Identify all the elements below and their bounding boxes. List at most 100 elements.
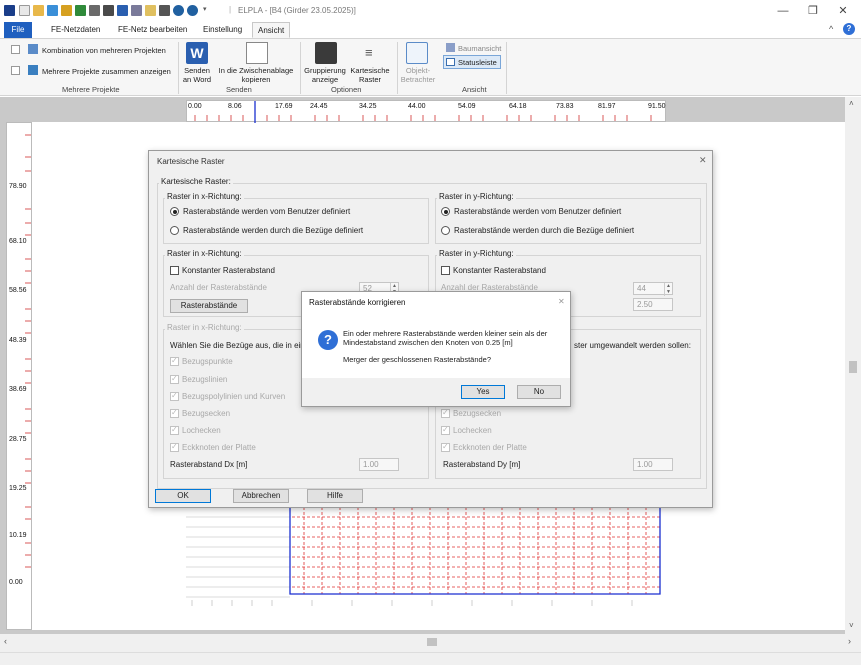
x-eckknoten-checkbox[interactable] [170,442,179,452]
vertical-scrollbar[interactable]: ˄ ˅ [845,97,861,634]
objekt-line1: Objekt- [405,66,431,75]
tab-fe-netzdaten[interactable]: FE-Netzdaten [46,22,105,38]
y-bezugsecken-checkbox[interactable] [441,408,450,418]
y-anzahl-spinner-icon[interactable]: ▲ ▼ [664,283,672,296]
dialog-close-button[interactable]: ✕ [699,155,707,166]
y-anzahl-field[interactable]: 44 ▲ ▼ [633,282,673,296]
kombination-label[interactable]: Kombination von mehreren Projekten [42,46,166,55]
dy-label: Rasterabstand Dy [m] [443,460,521,469]
clipboard-button[interactable]: In die Zwischenablage kopieren [214,66,298,84]
x-konstant-label[interactable]: Konstanter Rasterabstand [182,266,275,275]
save-icon[interactable] [117,5,128,16]
x-lochecken-checkbox[interactable] [170,425,179,435]
kombination-checkbox[interactable] [11,45,20,54]
x-bezugspunkte-checkbox[interactable] [170,356,179,366]
ribbon-separator [300,42,301,94]
open-folder-icon[interactable] [33,5,44,16]
minimize-button[interactable]: — [773,3,793,19]
ok-button[interactable]: OK [155,489,211,503]
print-icon[interactable] [159,5,170,16]
x-bezugsecken-checkbox[interactable] [170,408,179,418]
kartesische-raster-button[interactable]: Kartesische Raster [347,66,393,84]
y-konstant-checkbox[interactable] [441,266,450,275]
vertical-scroll-thumb[interactable] [849,361,857,373]
y-radio-user[interactable] [441,207,450,216]
y-eckknoten-checkbox[interactable] [441,442,450,452]
x-direction-title: Raster in x-Richtung: [165,192,244,201]
objekt-betrachter-button[interactable]: Objekt- Betrachter [398,66,438,84]
x-bezug-title: Raster in x-Richtung: [165,323,244,332]
abbrechen-button[interactable]: Abbrechen [233,489,289,503]
open-project-icon[interactable] [47,5,58,16]
y-raster-title: Raster in y-Richtung: [437,249,516,258]
y-ruler-label: 38.69 [9,386,27,393]
dy-field[interactable]: 1.00 [633,458,673,471]
x-radio-user-label[interactable]: Rasterabstände werden vom Benutzer defin… [183,207,350,216]
y-radio-bezug[interactable] [441,226,450,235]
baumansicht-button[interactable]: Baumansicht [458,44,501,53]
y-radio-user-label[interactable]: Rasterabstände werden vom Benutzer defin… [454,207,621,216]
calculate-icon[interactable] [75,5,86,16]
quick-access-dropdown-icon[interactable]: ▾ [203,5,207,13]
gruppierung-button[interactable]: Gruppierung anzeige [303,66,347,84]
scroll-right-icon[interactable]: › [848,636,851,646]
object-viewer-icon [406,42,428,64]
confirm-close-button[interactable]: ✕ [558,297,565,306]
tab-file[interactable]: File [4,22,32,38]
rasterabstaende-button[interactable]: Rasterabstände [170,299,248,313]
scroll-down-icon[interactable]: ˅ [849,621,854,630]
hilfe-button[interactable]: Hilfe [307,489,363,503]
y-konstant-label[interactable]: Konstanter Rasterabstand [453,266,546,275]
y-ruler-label: 28.75 [9,436,27,443]
edit-icon[interactable] [61,5,72,16]
x-ruler-label: 34.25 [359,103,377,110]
y-abstand-field[interactable]: 2.50 [633,298,673,311]
outer-group-title: Kartesische Raster: [159,177,233,186]
tab-fe-netz-bearbeiten[interactable]: FE-Netz bearbeiten [113,22,192,38]
x-radio-bezug-label[interactable]: Rasterabstände werden durch die Bezüge d… [183,226,363,235]
yes-button[interactable]: Yes [461,385,505,399]
undo-icon[interactable] [173,5,184,16]
results-icon[interactable] [89,5,100,16]
scroll-left-icon[interactable]: ‹ [4,636,7,646]
tab-einstellung[interactable]: Einstellung [198,22,247,38]
senden-an-word-button[interactable]: Senden an Word [182,66,212,84]
y-lochecken-checkbox[interactable] [441,425,450,435]
mehrere-zusammen-label[interactable]: Mehrere Projekte zusammen anzeigen [42,67,171,76]
help-icon[interactable]: ? [843,23,855,35]
horizontal-scrollbar[interactable]: ‹ › [0,634,861,652]
mesh-red [292,507,660,594]
no-button[interactable]: No [517,385,561,399]
tools-icon[interactable] [103,5,114,16]
scroll-up-icon[interactable]: ˄ [849,99,854,108]
save-as-icon[interactable] [131,5,142,16]
x-anzahl-label: Anzahl der Rasterabstände [170,283,267,292]
kartesische-line2: Raster [358,75,382,84]
title-bar: ▾ | ELPLA - [B4 (Girder 23.05.2025)] — ❐… [0,0,861,22]
horizontal-scroll-thumb[interactable] [427,638,437,646]
x-konstant-checkbox[interactable] [170,266,179,275]
y-radio-bezug-label[interactable]: Rasterabstände werden durch die Bezüge d… [454,226,634,235]
x-raster-title: Raster in x-Richtung: [165,249,244,258]
restore-button[interactable]: ❐ [803,3,823,19]
x-bezugspunkte-label: Bezugspunkte [182,357,233,366]
mehrere-zusammen-checkbox[interactable] [11,66,20,75]
x-bezugslinien-checkbox[interactable] [170,374,179,384]
x-polylinien-checkbox[interactable] [170,391,179,401]
collapse-ribbon-button[interactable]: ^ [829,24,833,34]
tree-view-icon [446,43,455,52]
redo-icon[interactable] [187,5,198,16]
x-radio-user[interactable] [170,207,179,216]
x-ruler-label: 64.18 [509,103,527,110]
confirm-message-line2: Mindestabstand zwischen den Knoten von 0… [343,338,513,347]
x-radio-bezug[interactable] [170,226,179,235]
dx-field[interactable]: 1.00 [359,458,399,471]
y-ruler-label: 0.00 [9,579,23,586]
close-button[interactable]: ✕ [833,3,853,19]
new-file-icon[interactable] [19,5,30,16]
confirm-message-line1: Ein oder mehrere Rasterabstände werden k… [343,329,548,338]
tab-ansicht[interactable]: Ansicht [252,22,291,38]
export-icon[interactable] [145,5,156,16]
mesh-faint [186,506,290,598]
ribbon-tab-bar: File FE-Netzdaten FE-Netz bearbeiten Ein… [0,22,861,38]
